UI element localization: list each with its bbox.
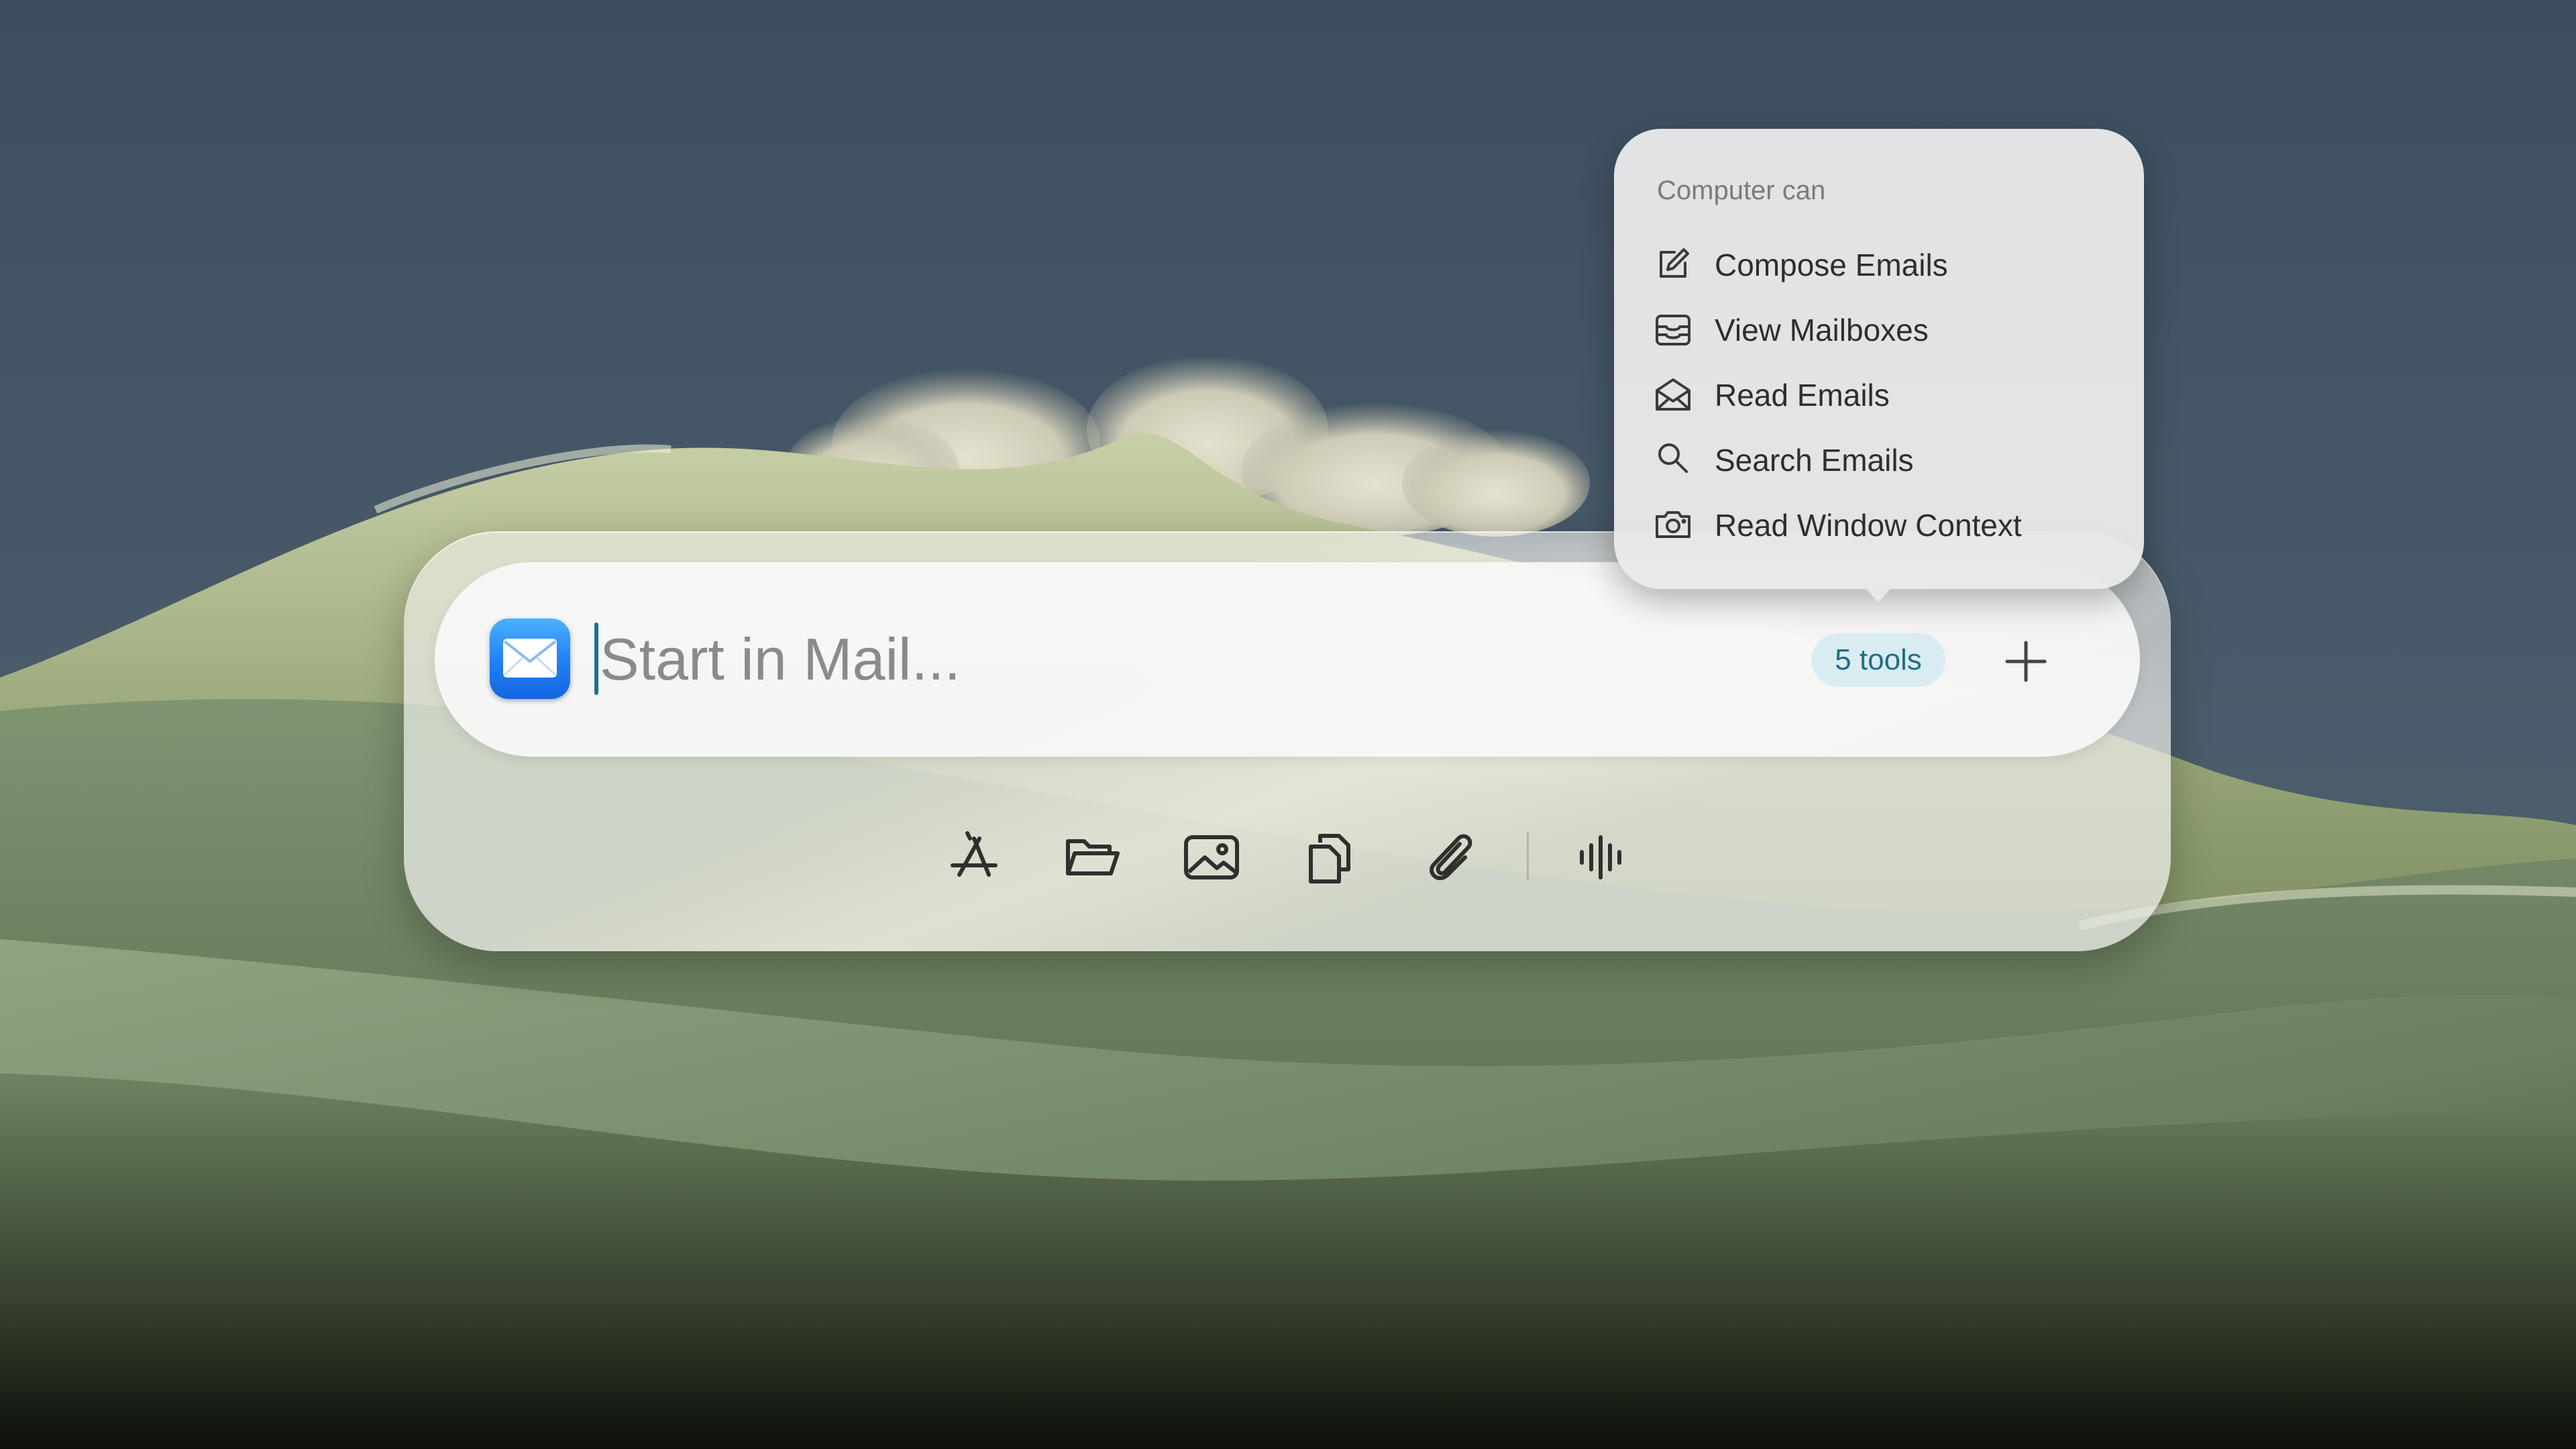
tool-item-compose-emails[interactable]: Compose Emails bbox=[1652, 240, 2121, 287]
folder-icon bbox=[1066, 839, 1120, 875]
image-icon bbox=[1184, 835, 1239, 879]
tool-item-read-emails[interactable]: Read Emails bbox=[1652, 370, 2121, 417]
documents-button[interactable] bbox=[1301, 828, 1360, 887]
popover-heading: Computer can bbox=[1657, 176, 1826, 205]
camera-icon bbox=[1656, 511, 1690, 538]
add-button[interactable] bbox=[1998, 633, 2054, 690]
popover-tail bbox=[1854, 576, 1902, 602]
mail-app-icon bbox=[490, 619, 570, 699]
tool-item-label: Read Window Context bbox=[1715, 508, 2022, 543]
compose-icon bbox=[1660, 248, 1689, 278]
paperclip-icon bbox=[1430, 834, 1472, 881]
image-button[interactable] bbox=[1182, 828, 1241, 887]
open-envelope-icon bbox=[1656, 378, 1690, 411]
tool-item-label: Search Emails bbox=[1715, 443, 1914, 478]
tool-item-search-emails[interactable]: Search Emails bbox=[1652, 435, 2121, 482]
mailbox-tray-icon bbox=[1656, 315, 1690, 345]
prompt-input[interactable] bbox=[600, 617, 1740, 702]
tool-item-read-window-context[interactable]: Read Window Context bbox=[1652, 500, 2121, 547]
desktop: 5 tools bbox=[0, 0, 2576, 1449]
tool-item-view-mailboxes[interactable]: View Mailboxes bbox=[1652, 305, 2121, 352]
folder-button[interactable] bbox=[1063, 828, 1122, 887]
voice-button[interactable] bbox=[1572, 828, 1631, 887]
waveform-icon bbox=[1580, 835, 1621, 879]
search-icon bbox=[1658, 443, 1688, 473]
tool-item-label: View Mailboxes bbox=[1715, 313, 1929, 347]
app-store-button[interactable] bbox=[945, 828, 1004, 887]
tool-item-label: Read Emails bbox=[1715, 378, 1890, 413]
text-caret bbox=[594, 623, 598, 695]
attach-button[interactable] bbox=[1421, 828, 1480, 887]
app-store-icon bbox=[951, 831, 998, 877]
plus-icon bbox=[2005, 641, 2047, 682]
toolbar-divider bbox=[1527, 832, 1529, 880]
tool-item-label: Compose Emails bbox=[1715, 248, 1948, 282]
documents-icon bbox=[1309, 834, 1350, 883]
envelope-icon bbox=[503, 639, 557, 678]
tools-count-badge[interactable]: 5 tools bbox=[1811, 633, 1945, 687]
